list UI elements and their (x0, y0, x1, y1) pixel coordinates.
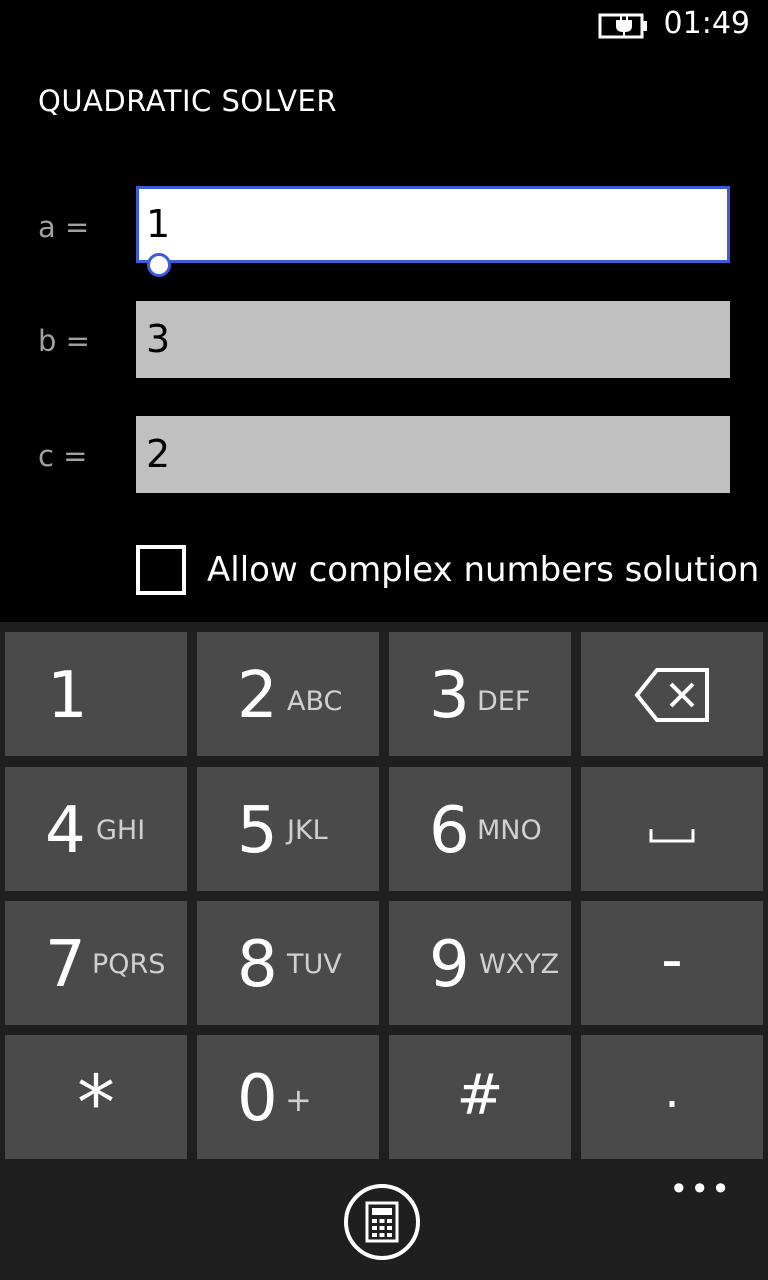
a-input[interactable]: 1 (136, 186, 730, 263)
key-6[interactable]: 6 MNO (389, 767, 571, 891)
battery-charging-icon (598, 13, 647, 39)
key-digit: 8 (237, 928, 278, 1002)
key-digit: 6 (429, 794, 470, 868)
key-digit: 2 (237, 659, 278, 733)
calculator-button[interactable] (344, 1184, 420, 1260)
a-label: a = (38, 210, 90, 244)
key-0[interactable]: 0 + (197, 1035, 379, 1159)
key-4[interactable]: 4 GHI (5, 767, 187, 891)
page-title: QUADRATIC SOLVER (38, 84, 338, 118)
key-7[interactable]: 7 PQRS (5, 901, 187, 1025)
key-symbol: - (661, 925, 683, 995)
key-letters: GHI (96, 815, 146, 846)
key-letters: PQRS (92, 949, 166, 980)
status-bar: 01:49 (0, 0, 768, 50)
c-input[interactable]: 2 (136, 416, 730, 493)
key-letters: ABC (287, 686, 343, 717)
complex-solution-checkbox[interactable] (136, 545, 186, 595)
key-digit: 1 (47, 659, 88, 733)
key-digit: 3 (429, 659, 470, 733)
star-key[interactable]: * (5, 1035, 187, 1159)
clock: 01:49 (663, 6, 750, 41)
space-key[interactable] (581, 767, 763, 891)
key-letters: WXYZ (479, 949, 560, 980)
key-3[interactable]: 3 DEF (389, 632, 571, 756)
b-label: b = (38, 324, 90, 358)
calculator-icon (365, 1201, 399, 1243)
b-input[interactable]: 3 (136, 301, 730, 378)
key-9[interactable]: 9 WXYZ (389, 901, 571, 1025)
dot-key[interactable]: . (581, 1035, 763, 1159)
key-letters: TUV (287, 949, 342, 980)
minus-key[interactable]: - (581, 901, 763, 1025)
key-digit: 5 (237, 794, 278, 868)
key-letters: MNO (477, 815, 542, 846)
caret-handle[interactable] (147, 253, 171, 277)
more-options-button[interactable]: ••• (669, 1170, 732, 1208)
key-letters: + (285, 1081, 312, 1119)
numeric-keypad: 1 2 ABC 3 DEF 4 GHI 5 JKL 6 MNO 7 PQRS 8 (0, 622, 768, 1170)
key-5[interactable]: 5 JKL (197, 767, 379, 891)
key-2[interactable]: 2 ABC (197, 632, 379, 756)
backspace-icon (634, 668, 709, 722)
c-label: c = (38, 439, 88, 473)
key-symbol: . (664, 1063, 680, 1119)
backspace-key[interactable] (581, 632, 763, 756)
space-icon (649, 829, 695, 843)
hash-key[interactable]: # (389, 1035, 571, 1159)
key-8[interactable]: 8 TUV (197, 901, 379, 1025)
key-letters: JKL (287, 815, 328, 846)
key-digit: 9 (429, 928, 470, 1002)
key-symbol: * (77, 1058, 115, 1147)
key-digit: 0 (237, 1062, 278, 1136)
key-digit: 7 (45, 928, 86, 1002)
key-1[interactable]: 1 (5, 632, 187, 756)
key-letters: DEF (477, 686, 531, 717)
complex-solution-label[interactable]: Allow complex numbers solution (207, 550, 759, 590)
key-symbol: # (456, 1063, 504, 1128)
key-digit: 4 (45, 794, 86, 868)
